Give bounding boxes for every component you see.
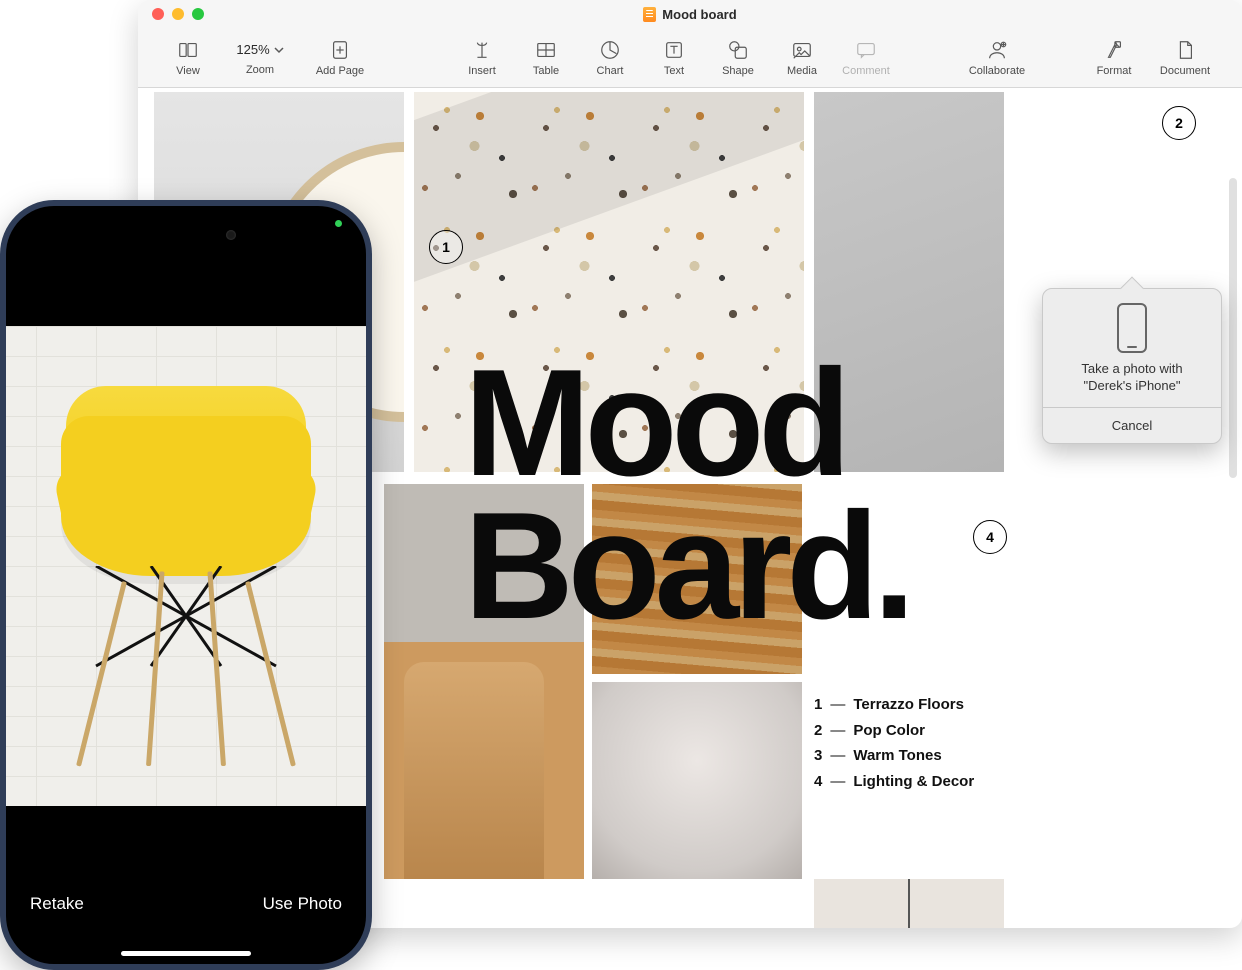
media-label: Media xyxy=(787,65,817,77)
add-page-icon xyxy=(329,39,351,61)
legend-item: 2 — Pop Color xyxy=(814,718,974,744)
popover-cancel-label: Cancel xyxy=(1112,418,1152,433)
legend-label: Lighting & Decor xyxy=(853,769,974,795)
collaborate-icon xyxy=(986,39,1008,61)
add-page-label: Add Page xyxy=(316,65,364,77)
titlebar: Mood board xyxy=(138,0,1242,28)
legend-label: Pop Color xyxy=(853,718,925,744)
callout-2[interactable]: 2 xyxy=(1162,106,1196,140)
image-lamp[interactable] xyxy=(814,879,1004,928)
text-icon xyxy=(663,39,685,61)
format-button[interactable]: Format xyxy=(1082,28,1146,88)
home-indicator[interactable] xyxy=(121,951,251,956)
legend-item: 1 — Terrazzo Floors xyxy=(814,692,974,718)
shape-label: Shape xyxy=(722,65,754,77)
camera-indicator-icon xyxy=(335,220,342,227)
legend-label: Warm Tones xyxy=(853,743,941,769)
chair-legs xyxy=(66,566,306,766)
popover-line2: "Derek's iPhone" xyxy=(1084,378,1181,393)
callout-text: 4 xyxy=(986,529,994,545)
document-label: Document xyxy=(1160,65,1210,77)
legend-item: 3 — Warm Tones xyxy=(814,743,974,769)
media-icon xyxy=(791,39,813,61)
legend-item: 4 — Lighting & Decor xyxy=(814,769,974,795)
chart-label: Chart xyxy=(597,65,624,77)
zoom-value: 125% xyxy=(236,42,269,57)
continuity-camera-popover: Take a photo with "Derek's iPhone" Cance… xyxy=(1042,288,1222,444)
lamp-cord xyxy=(908,879,910,928)
comment-button[interactable]: Comment xyxy=(834,28,898,88)
collaborate-label: Collaborate xyxy=(969,65,1025,77)
window-title: Mood board xyxy=(138,7,1242,22)
camera-preview[interactable] xyxy=(6,326,366,806)
chair-seat xyxy=(61,416,311,576)
legend-num: 1 xyxy=(814,692,822,718)
zoom-label: Zoom xyxy=(246,64,274,76)
callout-text: 1 xyxy=(442,239,450,255)
popover-cancel-button[interactable]: Cancel xyxy=(1043,407,1221,443)
image-concrete[interactable] xyxy=(814,92,1004,472)
chart-button[interactable]: Chart xyxy=(578,28,642,88)
format-icon xyxy=(1103,39,1125,61)
callout-4[interactable]: 4 xyxy=(973,520,1007,554)
shape-button[interactable]: Shape xyxy=(706,28,770,88)
phone-icon xyxy=(1117,303,1147,353)
comment-label: Comment xyxy=(842,65,890,77)
collaborate-button[interactable]: Collaborate xyxy=(952,28,1042,88)
text-label: Text xyxy=(664,65,684,77)
media-button[interactable]: Media xyxy=(770,28,834,88)
insert-button[interactable]: Insert xyxy=(450,28,514,88)
zoom-control[interactable]: 125% Zoom xyxy=(220,28,300,88)
legend-dash: — xyxy=(830,743,845,769)
popover-message: Take a photo with "Derek's iPhone" xyxy=(1043,361,1221,407)
retake-button[interactable]: Retake xyxy=(30,894,84,914)
legend-dash: — xyxy=(830,718,845,744)
scrollbar-thumb[interactable] xyxy=(1229,178,1237,478)
legend-dash: — xyxy=(830,769,845,795)
document-icon xyxy=(643,7,656,22)
callout-1[interactable]: 1 xyxy=(429,230,463,264)
document-panel-icon xyxy=(1174,39,1196,61)
table-label: Table xyxy=(533,65,559,77)
chart-icon xyxy=(599,39,621,61)
shape-icon xyxy=(727,39,749,61)
iphone-device: Retake Use Photo xyxy=(0,200,372,970)
chevron-down-icon xyxy=(274,45,284,55)
comment-icon xyxy=(855,39,877,61)
document-button[interactable]: Document xyxy=(1146,28,1224,88)
insert-label: Insert xyxy=(468,65,496,77)
popover-line1: Take a photo with xyxy=(1081,361,1182,376)
toolbar: View 125% Zoom Add Page Insert Table xyxy=(138,28,1242,88)
legend-num: 4 xyxy=(814,769,822,795)
image-terrazzo[interactable] xyxy=(414,92,804,472)
legend-dash: — xyxy=(830,692,845,718)
image-sofa[interactable] xyxy=(384,484,584,879)
legend: 1 — Terrazzo Floors 2 — Pop Color 3 — Warm Ton… xyxy=(814,692,974,794)
legend-num: 3 xyxy=(814,743,822,769)
table-button[interactable]: Table xyxy=(514,28,578,88)
image-wood[interactable] xyxy=(592,484,802,674)
view-button[interactable]: View xyxy=(156,28,220,88)
use-photo-button[interactable]: Use Photo xyxy=(263,894,342,914)
view-icon xyxy=(177,39,199,61)
camera-action-bar: Retake Use Photo xyxy=(6,864,366,964)
vertical-scrollbar[interactable] xyxy=(1226,178,1240,924)
table-icon xyxy=(535,39,557,61)
dynamic-island xyxy=(126,220,246,250)
format-label: Format xyxy=(1097,65,1132,77)
window-title-text: Mood board xyxy=(662,7,736,22)
view-label: View xyxy=(176,65,200,77)
add-page-button[interactable]: Add Page xyxy=(300,28,380,88)
legend-label: Terrazzo Floors xyxy=(853,692,964,718)
callout-text: 2 xyxy=(1175,115,1183,131)
text-button[interactable]: Text xyxy=(642,28,706,88)
insert-icon xyxy=(471,39,493,61)
iphone-screen: Retake Use Photo xyxy=(6,206,366,964)
legend-num: 2 xyxy=(814,718,822,744)
image-fur[interactable] xyxy=(592,682,802,879)
